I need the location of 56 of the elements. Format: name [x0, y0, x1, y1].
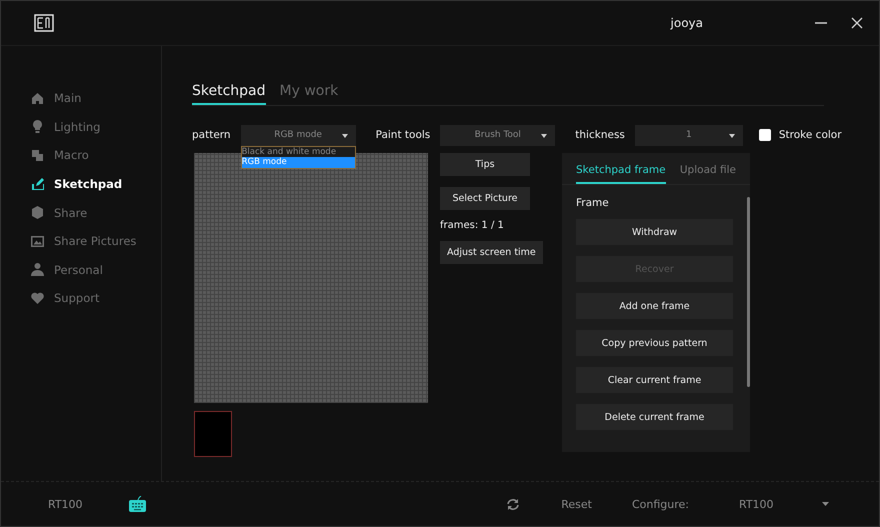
username: jooya: [670, 16, 703, 30]
home-icon: [31, 92, 44, 105]
frames-counter: frames: 1 / 1: [440, 220, 504, 231]
reset-button[interactable]: Reset: [561, 498, 592, 510]
dropdown-option[interactable]: Black and white mode: [242, 146, 355, 157]
scrollbar[interactable]: [747, 197, 750, 387]
pattern-dropdown[interactable]: RGB mode: [240, 124, 356, 146]
caret-icon: [342, 134, 348, 138]
frame-action-button[interactable]: Delete current frame: [576, 404, 734, 430]
frame-action-button[interactable]: Clear current frame: [576, 367, 734, 393]
frame-thumbnail[interactable]: [194, 411, 232, 457]
paint-tools-dropdown[interactable]: Brush Tool: [440, 124, 556, 146]
checkbox-label: Stroke color: [778, 129, 842, 141]
configuration-dropdown[interactable]: RT100: [739, 498, 829, 510]
sidebar-item[interactable]: Main: [1, 84, 161, 113]
adjust-screen-time-button[interactable]: Adjust screen time: [440, 241, 543, 264]
frame-action-button[interactable]: Copy previous pattern: [576, 330, 734, 356]
caret-icon: [822, 502, 829, 506]
frame-action-button[interactable]: Withdraw: [576, 219, 734, 245]
sidebar-item[interactable]: Sketchpad: [1, 170, 161, 198]
pixel-canvas[interactable]: [194, 153, 428, 403]
checkbox[interactable]: [758, 129, 771, 141]
tips-button[interactable]: Tips: [440, 153, 530, 176]
panel-tab[interactable]: Sketchpad frame: [576, 164, 666, 184]
person-icon: [31, 263, 44, 276]
select-picture-button[interactable]: Select Picture: [440, 187, 530, 210]
configure-label: Configure:: [632, 498, 689, 510]
panel-tab[interactable]: Upload file: [680, 164, 736, 184]
tab[interactable]: Sketchpad: [192, 83, 266, 105]
device-name: RT100: [48, 498, 83, 510]
paint-tools-label: Paint tools: [376, 129, 430, 141]
heart-icon: [31, 292, 44, 305]
sidebar-item[interactable]: Support: [1, 284, 161, 313]
caret-icon: [728, 134, 735, 138]
tab[interactable]: My work: [280, 83, 338, 105]
image-icon: [31, 234, 44, 248]
pattern-label: pattern: [192, 129, 231, 141]
sidebar-item[interactable]: Lighting: [1, 112, 161, 142]
dropdown-option[interactable]: RGB mode: [242, 157, 355, 168]
frame-action-button[interactable]: Add one frame: [576, 293, 734, 319]
cube-icon: [31, 206, 44, 220]
sidebar-item[interactable]: Personal: [1, 256, 161, 284]
refresh-icon[interactable]: [507, 498, 520, 510]
squares-icon: [31, 148, 44, 162]
keyboard-icon[interactable]: [128, 496, 146, 512]
logo-icon: [34, 14, 54, 32]
sidebar-item[interactable]: Macro: [1, 141, 161, 170]
thickness-dropdown[interactable]: 1: [634, 124, 743, 146]
close-icon[interactable]: [851, 17, 863, 29]
caret-icon: [541, 134, 548, 138]
sidebar-item[interactable]: Share Pictures: [1, 226, 161, 256]
sidebar-item[interactable]: Share: [1, 198, 161, 227]
lightbulb-icon: [31, 120, 44, 134]
pencil-icon: [31, 178, 44, 191]
frame-heading: Frame: [576, 197, 610, 209]
thickness-label: thickness: [575, 129, 625, 141]
